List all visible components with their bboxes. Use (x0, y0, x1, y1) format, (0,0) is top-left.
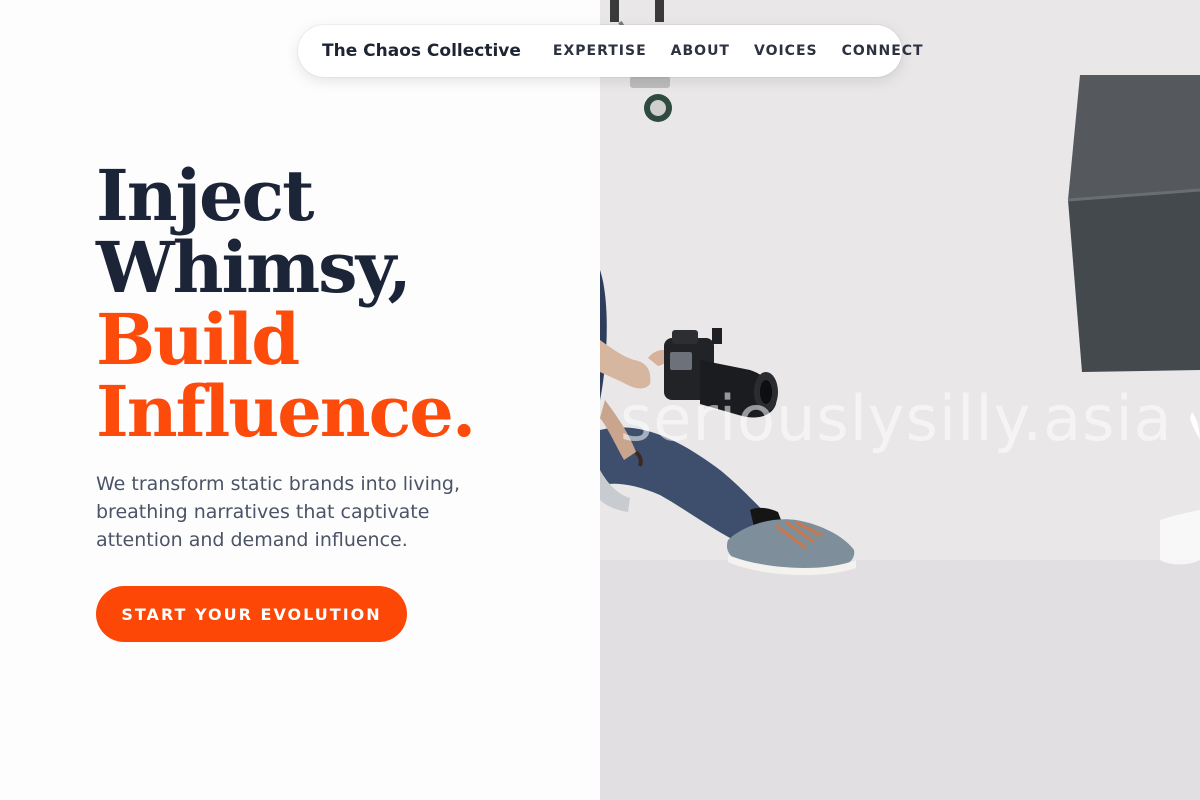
headline-line-2: Whimsy, (96, 226, 412, 309)
brand-logo-link[interactable]: The Chaos Collective (322, 41, 521, 61)
watermark-text: seriouslysilly.asia (620, 382, 1173, 455)
nav-link-voices[interactable]: VOICES (754, 43, 818, 59)
headline-line-1: Inject (96, 154, 314, 237)
hero-headline: Inject Whimsy, Build Influence. (96, 154, 476, 453)
nav-link-connect[interactable]: CONNECT (842, 43, 924, 59)
navigation-bar: The Chaos Collective EXPERTISE ABOUT VOI… (298, 25, 923, 77)
nav-link-about[interactable]: ABOUT (671, 43, 730, 59)
nav-links: EXPERTISE ABOUT VOICES CONNECT (553, 43, 924, 59)
start-evolution-button[interactable]: START YOUR EVOLUTION (96, 586, 407, 642)
hero-image: seriouslysilly.asia (600, 0, 1200, 800)
headline-line-4: Influence. (96, 370, 476, 453)
headline-line-3: Build (96, 298, 300, 381)
nav-link-expertise[interactable]: EXPERTISE (553, 43, 647, 59)
hero-description: We transform static brands into living, … (96, 473, 461, 551)
